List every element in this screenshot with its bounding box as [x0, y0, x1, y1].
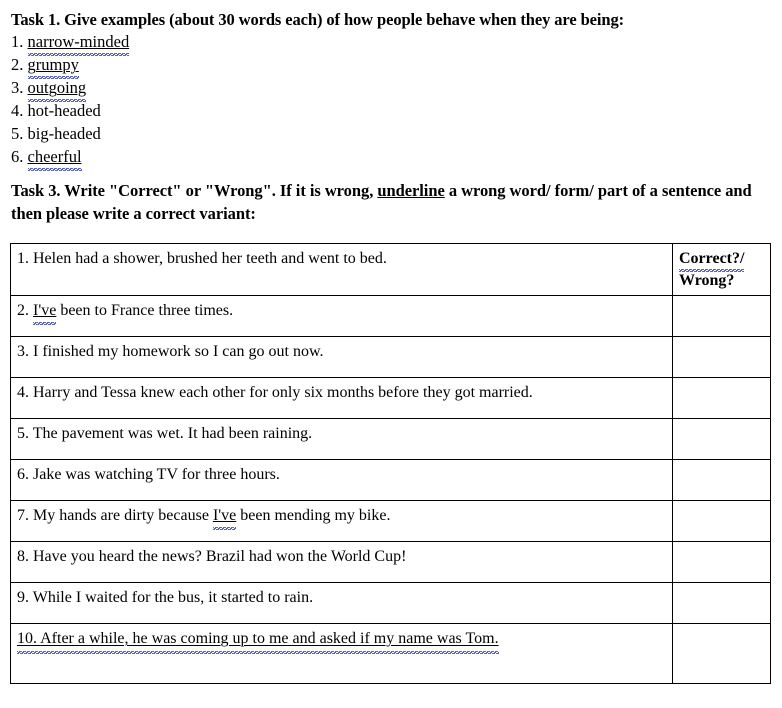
row-marked-word: I've [212, 505, 237, 530]
row-number: 8. [17, 547, 29, 565]
row-marked-word: I've [33, 300, 57, 325]
table-row: 10. After a while, he was coming up to m… [10, 622, 771, 684]
table-row: 7. My hands are dirty because I've been … [10, 499, 771, 542]
list-item-number: 6. [11, 147, 24, 167]
answer-cell[interactable] [672, 417, 771, 460]
list-item-label: grumpy [27, 55, 80, 80]
table-row: 8. Have you heard the news? Brazil had w… [10, 540, 771, 583]
task1-section: Task 1. Give examples (about 30 words ea… [0, 0, 782, 172]
task3-heading-part1: Task 3. Write "Correct" or "Wrong". If i… [11, 181, 378, 201]
table-cell-sentence: 7. My hands are dirty because I've been … [10, 499, 673, 542]
answer-cell[interactable] [672, 335, 771, 378]
row-sentence: The pavement was wet. It had been rainin… [32, 424, 313, 442]
list-item: 6. cheerful [11, 145, 782, 172]
table-cell-sentence: 10. After a while, he was coming up to m… [10, 622, 673, 684]
row-number: 7. [17, 506, 29, 524]
row-number: 5. [17, 424, 29, 442]
row-sentence: Have you heard the news? Brazil had won … [33, 547, 407, 565]
list-item-number: 3. [11, 78, 24, 98]
row-number: 6. [17, 465, 29, 483]
table-cell-sentence: 2. I've been to France three times. [10, 294, 673, 337]
list-item: 5. big-headed [11, 122, 782, 145]
task1-list: 1. narrow-minded 2. grumpy 3. outgoing 4… [0, 30, 782, 172]
list-item-number: 4. [11, 101, 24, 121]
row-sentence: After a while, he was coming up to me an… [40, 629, 499, 647]
table-cell-sentence: 3. I finished my homework so I can go ou… [10, 335, 673, 378]
table-cell-sentence: 1. Helen had a shower, brushed her teeth… [10, 242, 673, 296]
task3-table-wrapper: 1. Helen had a shower, brushed her teeth… [0, 242, 782, 684]
table-row: 5. The pavement was wet. It had been rai… [10, 417, 771, 460]
list-item-label: hot-headed [27, 101, 101, 121]
list-item-label: narrow-minded [27, 32, 130, 57]
table-row: 2. I've been to France three times. [10, 294, 771, 337]
list-item: 3. outgoing [11, 76, 782, 103]
list-item-number: 2. [11, 55, 24, 75]
answer-cell[interactable] [672, 458, 771, 501]
table-row: 3. I finished my homework so I can go ou… [10, 335, 771, 378]
row-sentence: Helen had a shower, brushed her teeth an… [33, 249, 387, 267]
table-cell-sentence: 6. Jake was watching TV for three hours. [10, 458, 673, 501]
list-item: 4. hot-headed [11, 99, 782, 122]
list-item: 1. narrow-minded [11, 30, 782, 57]
answer-column-header: Correct?/ Wrong? [672, 242, 771, 296]
row-number: 2. [17, 301, 29, 319]
list-item-number: 5. [11, 124, 24, 144]
task3-heading-underline-word: underline [377, 181, 445, 201]
answer-header-line2: Wrong? [679, 271, 735, 289]
row-number: 4. [17, 383, 29, 401]
table-cell-sentence: 5. The pavement was wet. It had been rai… [10, 417, 673, 460]
task3-heading: Task 3. Write "Correct" or "Wrong". If i… [0, 180, 782, 224]
answer-cell[interactable] [672, 294, 771, 337]
list-item-label: outgoing [27, 78, 87, 103]
table-row: 4. Harry and Tessa knew each other for o… [10, 376, 771, 419]
list-item-label: cheerful [27, 147, 82, 172]
task1-heading: Task 1. Give examples (about 30 words ea… [11, 10, 625, 29]
row-sentence: Harry and Tessa knew each other for only… [33, 383, 533, 401]
row-number: 9. [17, 588, 29, 606]
row-sentence-after: been mending my bike. [236, 506, 391, 524]
list-item-number: 1. [11, 32, 24, 52]
row-sentence: While I waited for the bus, it started t… [32, 588, 314, 606]
list-item: 2. grumpy [11, 53, 782, 80]
row-sentence: Jake was watching TV for three hours. [33, 465, 280, 483]
answer-cell[interactable] [672, 499, 771, 542]
row-sentence-before: My hands are dirty because [33, 506, 213, 524]
answer-header-line1: Correct?/ [679, 248, 745, 272]
answer-cell[interactable] [672, 376, 771, 419]
row-number: 10. [17, 629, 37, 647]
row-number: 1. [17, 249, 29, 267]
correct-wrong-table: 1. Helen had a shower, brushed her teeth… [10, 242, 771, 684]
answer-cell[interactable] [672, 581, 771, 624]
table-row: 1. Helen had a shower, brushed her teeth… [10, 242, 771, 296]
row-underlined-sentence: 10. After a while, he was coming up to m… [17, 628, 499, 654]
table-row: 6. Jake was watching TV for three hours. [10, 458, 771, 501]
task3-section: Task 3. Write "Correct" or "Wrong". If i… [0, 180, 782, 684]
table-cell-sentence: 4. Harry and Tessa knew each other for o… [10, 376, 673, 419]
row-number: 3. [17, 342, 29, 360]
table-row: 9. While I waited for the bus, it starte… [10, 581, 771, 624]
answer-cell[interactable] [672, 540, 771, 583]
list-item-label: big-headed [27, 124, 101, 144]
row-sentence: I finished my homework so I can go out n… [33, 342, 324, 360]
table-cell-sentence: 9. While I waited for the bus, it starte… [10, 581, 673, 624]
heading-table-spacer [0, 225, 782, 243]
table-cell-sentence: 8. Have you heard the news? Brazil had w… [10, 540, 673, 583]
document-page: Task 1. Give examples (about 30 words ea… [0, 0, 782, 708]
answer-cell[interactable] [672, 622, 771, 684]
row-sentence-after: been to France three times. [56, 301, 234, 319]
